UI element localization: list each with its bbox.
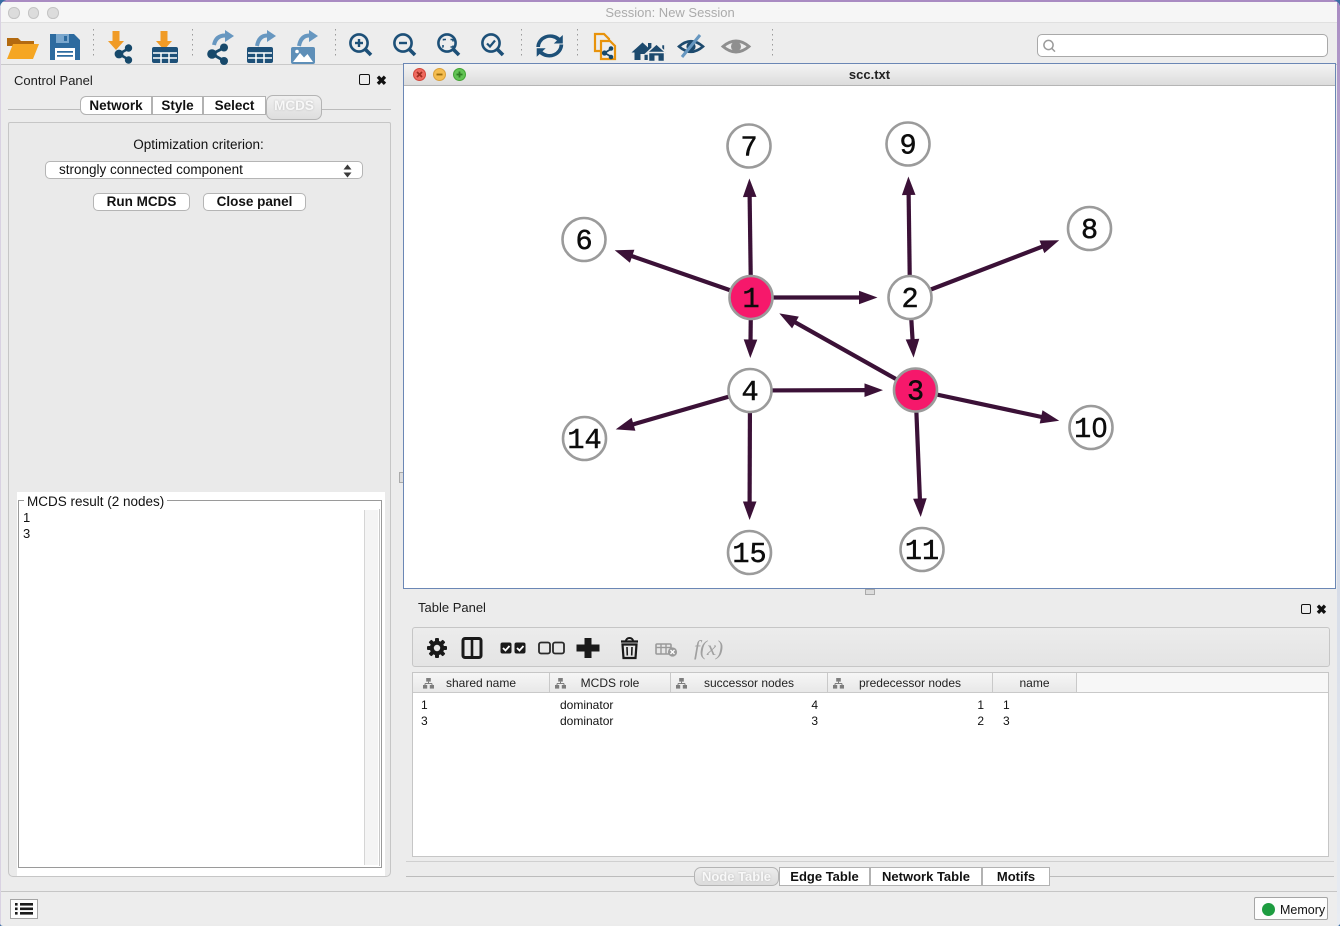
svg-text:11: 11 bbox=[905, 535, 939, 568]
svg-text:15: 15 bbox=[732, 538, 766, 571]
svg-text:9: 9 bbox=[899, 130, 916, 163]
svg-text:1: 1 bbox=[742, 283, 759, 316]
svg-text:7: 7 bbox=[740, 132, 757, 165]
svg-text:2: 2 bbox=[901, 283, 918, 316]
svg-text:6: 6 bbox=[575, 225, 592, 258]
svg-text:4: 4 bbox=[741, 376, 758, 409]
svg-text:0: 0 bbox=[1092, 412, 1107, 443]
svg-text:8: 8 bbox=[1081, 214, 1098, 247]
svg-text:1: 1 bbox=[1074, 413, 1091, 446]
svg-text:3: 3 bbox=[907, 376, 924, 409]
svg-text:f(x): f(x) bbox=[694, 636, 723, 660]
svg-text:14: 14 bbox=[567, 424, 601, 457]
